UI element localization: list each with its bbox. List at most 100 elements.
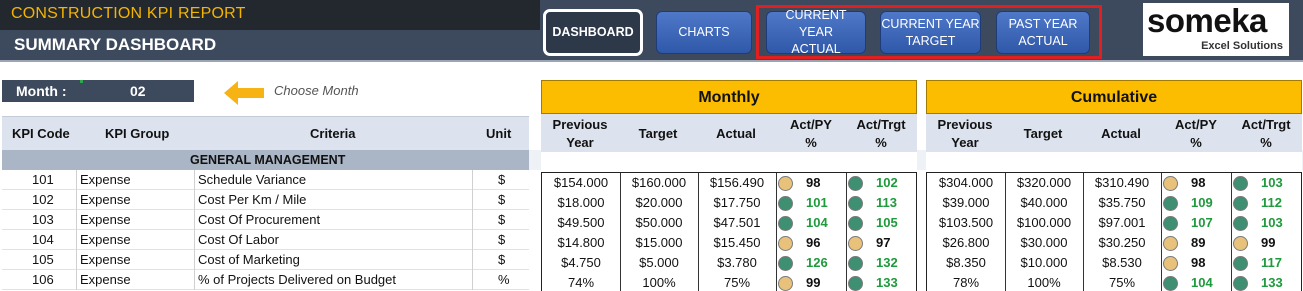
cell-divider bbox=[76, 230, 77, 250]
button-label-line1: CURRENT YEAR bbox=[881, 16, 980, 31]
month-value[interactable]: 02 bbox=[130, 83, 146, 99]
table-row: 102 Expense Cost Per Km / Mile $ bbox=[2, 190, 529, 210]
act-py-value: 96 bbox=[806, 235, 821, 250]
someka-logo[interactable]: someka Excel Solutions bbox=[1143, 2, 1289, 56]
kpi-value-row: $14.800 $15.000 $15.450 96 97 bbox=[542, 233, 916, 253]
charts-button[interactable]: CHARTS bbox=[656, 11, 752, 54]
act-py-status-icon bbox=[778, 176, 793, 191]
table-row: 106 Expense % of Projects Delivered on Bud… bbox=[2, 270, 529, 290]
kpi-group-cell: Expense bbox=[80, 272, 131, 287]
act-trgt-status-icon bbox=[848, 256, 863, 271]
act-py-status-icon bbox=[1163, 216, 1178, 231]
kpi-code-cell: 101 bbox=[32, 172, 54, 187]
actual-cell: $310.490 bbox=[1094, 175, 1150, 190]
month-selector[interactable]: Month : 02 bbox=[2, 80, 194, 102]
target-cell: $10.000 bbox=[1020, 255, 1068, 270]
cell-divider bbox=[76, 210, 77, 230]
kpi-code-cell: 106 bbox=[32, 272, 54, 287]
unit-cell: $ bbox=[498, 172, 506, 187]
col-actual: Actual bbox=[1101, 126, 1141, 141]
kpi-table-body: 101 Expense Schedule Variance $102 Expense Co… bbox=[2, 170, 529, 290]
kpi-value-row: $18.000 $20.000 $17.750 101 113 bbox=[542, 193, 916, 213]
cumulative-body: $304.000 $320.000 $310.490 98 103 $39.000 $40.… bbox=[926, 172, 1302, 291]
cell-divider bbox=[194, 170, 195, 190]
target-cell: 100% bbox=[642, 275, 676, 290]
kpi-value-row: $26.800 $30.000 $30.250 89 99 bbox=[927, 233, 1301, 253]
past-year-actual-button[interactable]: PAST YEAR ACTUAL bbox=[996, 11, 1090, 54]
header-line1: Previous bbox=[552, 117, 608, 132]
act-trgt-value: 113 bbox=[876, 195, 897, 210]
kpi-group-cell: Expense bbox=[80, 212, 131, 227]
col-act-trgt: Act/Trgt% bbox=[1232, 116, 1300, 152]
cell-divider bbox=[194, 270, 195, 290]
target-cell: $50.000 bbox=[635, 215, 683, 230]
header-divider bbox=[0, 60, 1303, 62]
previous-year-cell: $154.000 bbox=[553, 175, 609, 190]
cell-divider bbox=[76, 190, 77, 210]
act-py-status-icon bbox=[1163, 276, 1178, 291]
cell-divider bbox=[472, 250, 473, 270]
col-previous-year: Previous Year bbox=[932, 116, 998, 152]
criteria-cell: % of Projects Delivered on Budget bbox=[198, 272, 396, 287]
act-py-value: 99 bbox=[806, 275, 821, 290]
dashboard-button[interactable]: DASHBOARD bbox=[543, 9, 643, 56]
current-year-target-button[interactable]: CURRENT YEAR TARGET bbox=[880, 11, 981, 54]
actual-cell: $47.501 bbox=[713, 215, 761, 230]
app-title: CONSTRUCTION KPI REPORT bbox=[11, 5, 246, 22]
header-line2: Year bbox=[566, 135, 594, 150]
col-target: Target bbox=[1023, 126, 1063, 141]
col-kpi-group: KPI Group bbox=[105, 126, 170, 141]
cell-divider bbox=[194, 250, 195, 270]
kpi-code-cell: 105 bbox=[32, 252, 54, 267]
kpi-table-header: KPI Code KPI Group Criteria Unit bbox=[2, 116, 529, 150]
kpi-value-row: $304.000 $320.000 $310.490 98 103 bbox=[927, 173, 1301, 193]
act-trgt-value: 103 bbox=[1261, 215, 1283, 230]
header-line1: Previous bbox=[937, 117, 993, 132]
cumulative-panel: Cumulative Previous Year Target Actual Ac… bbox=[926, 80, 1302, 291]
actual-cell: 75% bbox=[1108, 275, 1136, 290]
target-cell: $100.000 bbox=[1016, 215, 1072, 230]
left-arrow-icon bbox=[224, 81, 264, 105]
act-trgt-value: 132 bbox=[876, 255, 898, 270]
actual-cell: $35.750 bbox=[1098, 195, 1146, 210]
monthly-column-headers: Previous Year Target Actual Act/PY% Act/T… bbox=[541, 114, 917, 152]
act-trgt-value: 102 bbox=[876, 175, 898, 190]
section-gap-shade bbox=[917, 150, 926, 170]
col-actual: Actual bbox=[716, 126, 756, 141]
previous-year-cell: $8.350 bbox=[946, 255, 986, 270]
actual-cell: $17.750 bbox=[713, 195, 761, 210]
previous-year-cell: $4.750 bbox=[561, 255, 601, 270]
act-py-status-icon bbox=[778, 256, 793, 271]
monthly-panel: Monthly Previous Year Target Actual Act/P… bbox=[541, 80, 917, 291]
choose-month-hint: Choose Month bbox=[274, 83, 359, 98]
previous-year-cell: $103.500 bbox=[938, 215, 994, 230]
act-py-status-icon bbox=[1163, 236, 1178, 251]
header-line2: % bbox=[805, 135, 817, 150]
act-trgt-value: 133 bbox=[1261, 275, 1283, 290]
act-trgt-value: 112 bbox=[1261, 195, 1282, 210]
unit-cell: $ bbox=[498, 252, 506, 267]
kpi-value-row: $4.750 $5.000 $3.780 126 132 bbox=[542, 253, 916, 273]
kpi-value-row: $49.500 $50.000 $47.501 104 105 bbox=[542, 213, 916, 233]
cell-comment-marker bbox=[80, 80, 83, 83]
cell-divider bbox=[472, 170, 473, 190]
act-trgt-status-icon bbox=[1233, 216, 1248, 231]
header-line2: Year bbox=[951, 135, 979, 150]
act-py-value: 104 bbox=[806, 215, 828, 230]
kpi-value-row: $8.350 $10.000 $8.530 98 117 bbox=[927, 253, 1301, 273]
current-year-actual-button[interactable]: CURRENT YEAR ACTUAL bbox=[766, 8, 866, 56]
previous-year-cell: $49.500 bbox=[557, 215, 605, 230]
table-row: 103 Expense Cost Of Procurement $ bbox=[2, 210, 529, 230]
unit-cell: $ bbox=[498, 192, 506, 207]
cell-divider bbox=[76, 170, 77, 190]
cell-divider bbox=[76, 270, 77, 290]
unit-cell: % bbox=[498, 272, 510, 287]
col-target: Target bbox=[638, 126, 678, 141]
act-py-value: 126 bbox=[806, 255, 828, 270]
act-trgt-value: 117 bbox=[1261, 255, 1282, 270]
actual-cell: $3.780 bbox=[717, 255, 757, 270]
act-trgt-status-icon bbox=[848, 196, 863, 211]
cell-divider bbox=[472, 190, 473, 210]
monthly-title: Monthly bbox=[541, 80, 917, 114]
cell-divider bbox=[194, 210, 195, 230]
